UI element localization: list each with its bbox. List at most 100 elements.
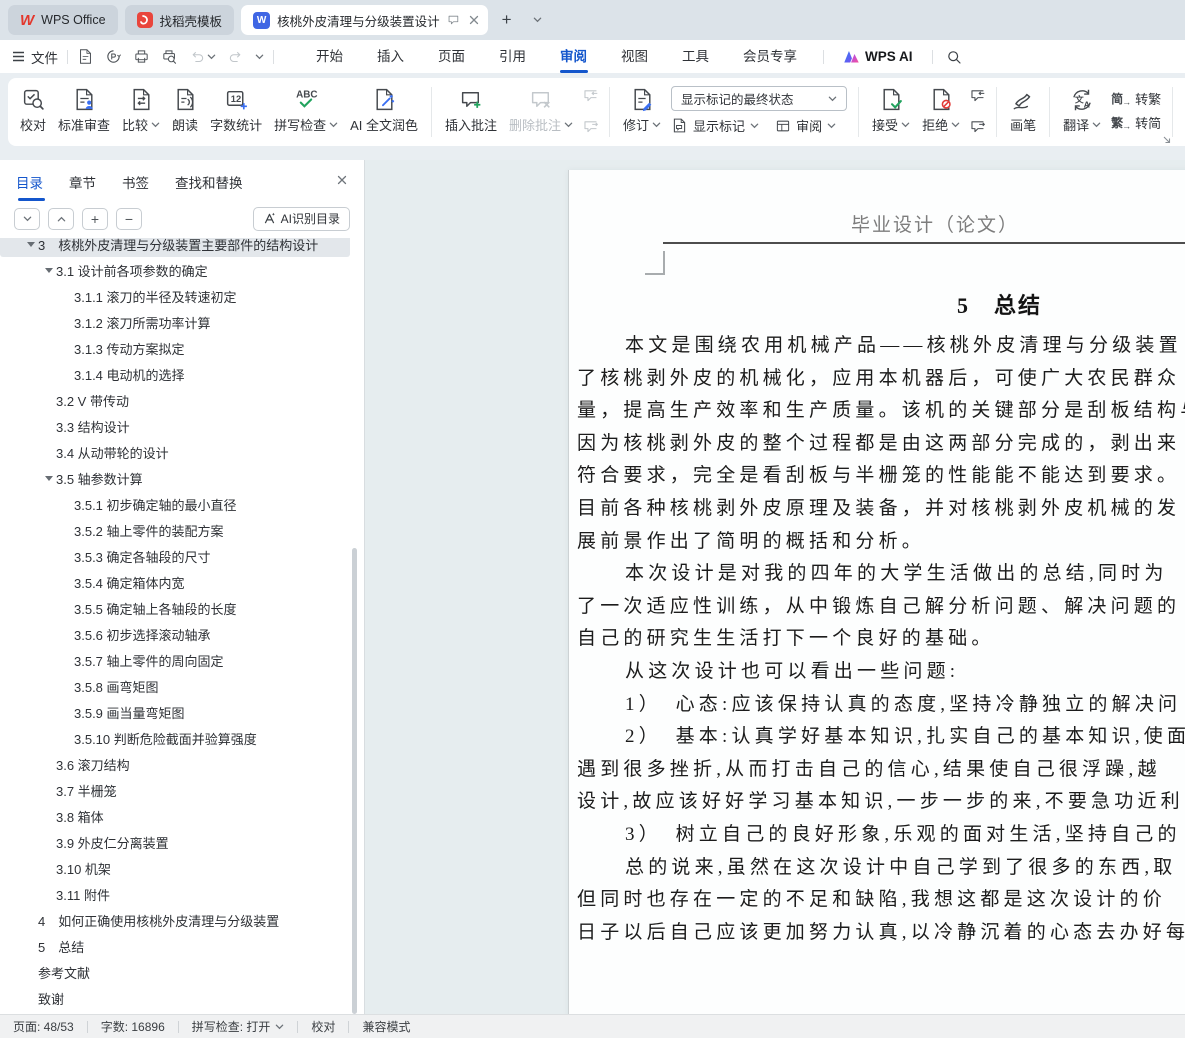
proofread-status[interactable]: 校对 <box>311 1018 335 1035</box>
toc-item[interactable]: 3.1.2 滚刀所需功率计算 <box>0 309 364 335</box>
toc-item[interactable]: 3.5.7 轴上零件的周向固定 <box>0 647 364 673</box>
track-changes-button[interactable]: 修订 <box>617 82 667 142</box>
toc-item[interactable]: 3.7 半栅笼 <box>0 777 364 803</box>
page-indicator[interactable]: 页面: 48/53 <box>13 1018 74 1035</box>
menu-item[interactable]: 页面 <box>421 40 482 73</box>
read-aloud-button[interactable]: 朗读 <box>166 82 204 142</box>
expand-all-button[interactable]: + <box>82 207 108 230</box>
word-count-icon: 12 <box>224 85 249 114</box>
toc-item[interactable]: 3.6 滚刀结构 <box>0 751 364 777</box>
print-preview-icon[interactable] <box>161 48 178 65</box>
word-count-indicator[interactable]: 字数: 16896 <box>101 1018 165 1035</box>
menu-item[interactable]: 会员专享 <box>726 40 814 73</box>
toc-item[interactable]: 3.8 箱体 <box>0 803 364 829</box>
menu-item[interactable]: 审阅 <box>543 40 604 73</box>
menu-item[interactable]: 视图 <box>604 40 665 73</box>
toc-collapse-triangle-icon[interactable] <box>42 475 56 481</box>
toc-item[interactable]: 3.2 V 带传动 <box>0 387 364 413</box>
collapse-prev-button[interactable] <box>48 207 74 230</box>
show-markup-button[interactable]: 显示标记 <box>671 116 759 135</box>
toc-item[interactable]: 3.1.4 电动机的选择 <box>0 361 364 387</box>
toc-item[interactable]: 4 如何正确使用核桃外皮清理与分级装置 <box>0 907 364 933</box>
review-pane-button[interactable]: 审阅 <box>775 116 836 135</box>
toc-item[interactable]: 3.1.3 传动方案拟定 <box>0 335 364 361</box>
tab-close-icon[interactable] <box>468 14 480 26</box>
toc-item[interactable]: 5 总结 <box>0 933 364 959</box>
toc-item[interactable]: 3.5.2 轴上零件的装配方案 <box>0 517 364 543</box>
dialog-launcher-icon[interactable] <box>1163 136 1171 144</box>
file-menu-button[interactable]: 文件 <box>12 47 58 67</box>
compare-button[interactable]: 比较 <box>116 82 166 142</box>
ai-recognize-toc-button[interactable]: AI识别目录 <box>252 206 350 231</box>
toc-item[interactable]: 3.5.3 确定各轴段的尺寸 <box>0 543 364 569</box>
sidebar-scrollbar[interactable] <box>352 548 357 1014</box>
markup-state-select[interactable]: 显示标记的最终状态 <box>671 86 848 111</box>
brush-button[interactable]: 画笔 <box>1004 82 1042 142</box>
toc-collapse-triangle-icon[interactable] <box>42 267 56 273</box>
toc-item-label: 3.1 设计前各项参数的确定 <box>56 263 208 279</box>
new-tab-button[interactable]: + <box>495 8 519 32</box>
tab-list-chevron-icon[interactable] <box>526 8 550 32</box>
toc-item[interactable]: 3.5.5 确定轴上各轴段的长度 <box>0 595 364 621</box>
collapse-all-button[interactable]: − <box>116 207 142 230</box>
menu-item[interactable]: 插入 <box>360 40 421 73</box>
word-count-button[interactable]: 12 字数统计 <box>204 82 268 142</box>
spell-check-button[interactable]: ABC 拼写检查 <box>268 82 344 142</box>
document-page[interactable]: 毕业设计（论文） 5 总结 本文是围绕农用机械产品——核桃外皮清理与分级装置 了核… <box>568 170 1185 1014</box>
spell-check-status[interactable]: 拼写检查: 打开 <box>192 1018 285 1035</box>
toc-item[interactable]: 3.5 轴参数计算 <box>0 465 364 491</box>
menu-item[interactable]: 引用 <box>482 40 543 73</box>
menu-item[interactable]: 工具 <box>665 40 726 73</box>
toc-item[interactable]: 3.5.8 画弯矩图 <box>0 673 364 699</box>
menu-item[interactable]: 开始 <box>299 40 360 73</box>
toc-item[interactable]: 3.10 机架 <box>0 855 364 881</box>
proofread-button[interactable]: 校对 <box>14 82 52 142</box>
toc-item[interactable]: 3.5.4 确定箱体内宽 <box>0 569 364 595</box>
translate-button[interactable]: 文A 翻译 <box>1057 82 1107 142</box>
print-icon[interactable] <box>133 48 150 65</box>
previous-change-icon[interactable] <box>968 87 987 104</box>
toc-item[interactable]: 参考文献 <box>0 959 364 985</box>
tab-document[interactable]: W 核桃外皮清理与分级装置设计 <box>241 5 488 35</box>
toc-item[interactable]: 3.4 从动带轮的设计 <box>0 439 364 465</box>
toc-item[interactable]: 3.5.9 画当量弯矩图 <box>0 699 364 725</box>
toc-item[interactable]: 致谢 <box>0 985 364 1011</box>
search-icon[interactable] <box>946 49 962 65</box>
expand-next-button[interactable] <box>14 207 40 230</box>
toc-item[interactable]: 3.5.10 判断危险截面并验算强度 <box>0 725 364 751</box>
save-icon[interactable] <box>77 48 94 65</box>
wps-ai-button[interactable]: WPS AI <box>837 49 919 64</box>
toc-item[interactable]: 3 核桃外皮清理与分级装置主要部件的结构设计 <box>0 238 350 257</box>
to-simplified-button[interactable]: 繁 → 转简 <box>1111 113 1161 132</box>
to-traditional-button[interactable]: 简 → 转繁 <box>1111 89 1161 108</box>
toc-collapse-triangle-icon[interactable] <box>24 241 38 247</box>
toc-item[interactable]: 3.11 附件 <box>0 881 364 907</box>
delete-comment-label: 删除批注 <box>509 115 573 134</box>
tab-wps-home[interactable]: W WPS Office <box>8 5 118 35</box>
ai-polish-button[interactable]: AI 全文润色 <box>344 82 424 142</box>
toc-item[interactable]: 3.9 外皮仁分离装置 <box>0 829 364 855</box>
restrict-edit-button[interactable]: 限制 <box>1180 82 1185 142</box>
tab-find-replace[interactable]: 查找和替换 <box>175 172 243 202</box>
tab-bookmarks[interactable]: 书签 <box>122 172 149 202</box>
tab-sections[interactable]: 章节 <box>69 172 96 202</box>
tab-docer[interactable]: 找稻壳模板 <box>124 5 235 35</box>
toc-item[interactable]: 3.5.1 初步确定轴的最小直径 <box>0 491 364 517</box>
doc-line: 2） 基本:认真学好基本知识,扎实自己的基本知识,使面 <box>625 726 1185 748</box>
insert-comment-button[interactable]: 插入批注 <box>439 82 503 142</box>
export-pdf-icon[interactable] <box>105 48 122 65</box>
document-canvas[interactable]: 毕业设计（论文） 5 总结 本文是围绕农用机械产品——核桃外皮清理与分级装置 了核… <box>365 160 1185 1014</box>
next-change-icon[interactable] <box>968 118 987 135</box>
toc-toolbar: + − AI识别目录 <box>0 198 364 238</box>
toc-item[interactable]: 3.5.6 初步选择滚动轴承 <box>0 621 364 647</box>
accept-button[interactable]: 接受 <box>866 82 916 142</box>
tab-contents[interactable]: 目录 <box>16 172 45 202</box>
toc-item[interactable]: 3.1.1 滚刀的半径及转速初定 <box>0 283 364 309</box>
standard-review-button[interactable]: 标准审查 <box>52 82 116 142</box>
tab-comment-icon[interactable] <box>447 13 461 27</box>
sidebar-close-icon[interactable] <box>336 174 348 186</box>
toc-item[interactable]: 3.1 设计前各项参数的确定 <box>0 257 364 283</box>
toolbar-more-chevron-icon[interactable] <box>255 54 264 60</box>
reject-button[interactable]: 拒绝 <box>916 82 966 142</box>
toc-item[interactable]: 3.3 结构设计 <box>0 413 364 439</box>
